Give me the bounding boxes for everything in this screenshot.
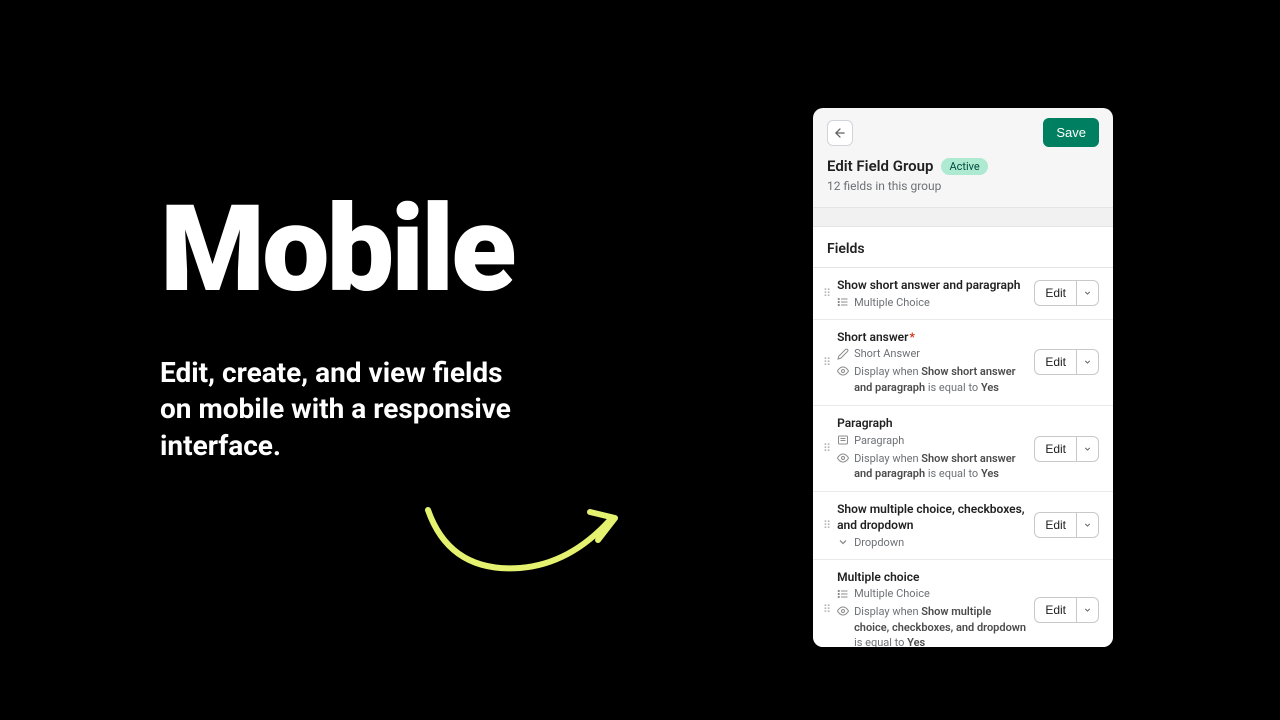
field-type-label: Paragraph — [854, 434, 904, 447]
field-name: Multiple choice — [837, 570, 1026, 586]
field-condition: Display when Show short answer and parag… — [837, 364, 1026, 395]
field-name: Paragraph — [837, 416, 1026, 432]
section-heading: Fields — [813, 227, 1113, 268]
field-condition: Display when Show short answer and parag… — [837, 451, 1026, 482]
condition-text: Display when Show multiple choice, check… — [854, 604, 1026, 647]
page-title: Edit Field Group — [827, 157, 933, 175]
field-name: Short answer — [837, 330, 1026, 346]
chevron-down-icon — [1083, 357, 1092, 367]
mobile-panel: Save Edit Field Group Active 12 fields i… — [813, 108, 1113, 647]
edit-dropdown-button[interactable] — [1077, 597, 1099, 623]
field-info: Show short answer and paragraph Multiple … — [837, 278, 1026, 309]
fields-section: Fields ⠿ Show short answer and paragraph M… — [813, 227, 1113, 647]
list-icon — [837, 296, 849, 308]
page-subtitle: 12 fields in this group — [827, 179, 1099, 193]
edit-button[interactable]: Edit — [1034, 597, 1077, 623]
edit-dropdown-button[interactable] — [1077, 512, 1099, 538]
edit-button-group: Edit — [1034, 349, 1099, 375]
edit-button[interactable]: Edit — [1034, 349, 1077, 375]
field-type: Dropdown — [837, 536, 1026, 549]
para-icon — [837, 434, 849, 446]
field-type-label: Dropdown — [854, 536, 904, 549]
field-info: Short answerShort Answer Display when Sho… — [837, 330, 1026, 395]
arrow-illustration — [420, 498, 630, 588]
chevron-down-icon — [1083, 520, 1092, 530]
arrow-left-icon — [833, 126, 847, 140]
title-section: Edit Field Group Active 12 fields in thi… — [813, 157, 1113, 207]
field-info: Multiple choiceMultiple Choice Display wh… — [837, 570, 1026, 647]
field-row: ⠿ Show short answer and paragraph Multiple… — [813, 268, 1113, 320]
field-type: Multiple Choice — [837, 587, 1026, 600]
edit-button[interactable]: Edit — [1034, 280, 1077, 306]
field-name: Show multiple choice, checkboxes, and dr… — [837, 502, 1026, 533]
chevron-down-icon — [1083, 288, 1092, 298]
hero-subtitle: Edit, create, and view fields on mobile … — [160, 355, 540, 464]
field-condition: Display when Show multiple choice, check… — [837, 604, 1026, 647]
field-type-label: Multiple Choice — [854, 296, 930, 309]
field-row: ⠿ Multiple choiceMultiple Choice Display w… — [813, 560, 1113, 647]
panel-header: Save — [813, 108, 1113, 157]
field-row: ⠿ Paragraph Paragraph Display when Show sho… — [813, 406, 1113, 492]
chevron-down-icon — [1083, 605, 1092, 615]
edit-button[interactable]: Edit — [1034, 436, 1077, 462]
drag-handle-icon[interactable]: ⠿ — [823, 288, 829, 299]
field-name: Show short answer and paragraph — [837, 278, 1026, 294]
drag-handle-icon[interactable]: ⠿ — [823, 604, 829, 615]
field-type-label: Multiple Choice — [854, 587, 930, 600]
chevron-down-icon — [1083, 444, 1092, 454]
drag-handle-icon[interactable]: ⠿ — [823, 520, 829, 531]
condition-text: Display when Show short answer and parag… — [854, 364, 1026, 395]
edit-dropdown-button[interactable] — [1077, 349, 1099, 375]
edit-button-group: Edit — [1034, 436, 1099, 462]
field-row: ⠿ Short answerShort Answer Display when Sh… — [813, 320, 1113, 406]
field-type: Short Answer — [837, 347, 1026, 360]
field-row: ⠿ Show multiple choice, checkboxes, and d… — [813, 492, 1113, 559]
field-type: Paragraph — [837, 434, 1026, 447]
field-info: Show multiple choice, checkboxes, and dr… — [837, 502, 1026, 548]
eye-icon — [837, 452, 849, 468]
chevron-icon — [837, 536, 849, 548]
status-badge: Active — [941, 158, 987, 175]
field-type: Multiple Choice — [837, 296, 1026, 309]
back-button[interactable] — [827, 120, 853, 146]
edit-button-group: Edit — [1034, 597, 1099, 623]
eye-icon — [837, 605, 849, 621]
edit-dropdown-button[interactable] — [1077, 280, 1099, 306]
drag-handle-icon[interactable]: ⠿ — [823, 443, 829, 454]
edit-button[interactable]: Edit — [1034, 512, 1077, 538]
save-button[interactable]: Save — [1043, 118, 1099, 147]
condition-text: Display when Show short answer and parag… — [854, 451, 1026, 482]
field-type-label: Short Answer — [854, 347, 920, 360]
edit-button-group: Edit — [1034, 280, 1099, 306]
eye-icon — [837, 365, 849, 381]
hero-title: Mobile — [160, 180, 514, 320]
drag-handle-icon[interactable]: ⠿ — [823, 357, 829, 368]
separator — [813, 207, 1113, 227]
edit-button-group: Edit — [1034, 512, 1099, 538]
list-icon — [837, 588, 849, 600]
pencil-icon — [837, 348, 849, 360]
field-info: Paragraph Paragraph Display when Show shor… — [837, 416, 1026, 481]
edit-dropdown-button[interactable] — [1077, 436, 1099, 462]
